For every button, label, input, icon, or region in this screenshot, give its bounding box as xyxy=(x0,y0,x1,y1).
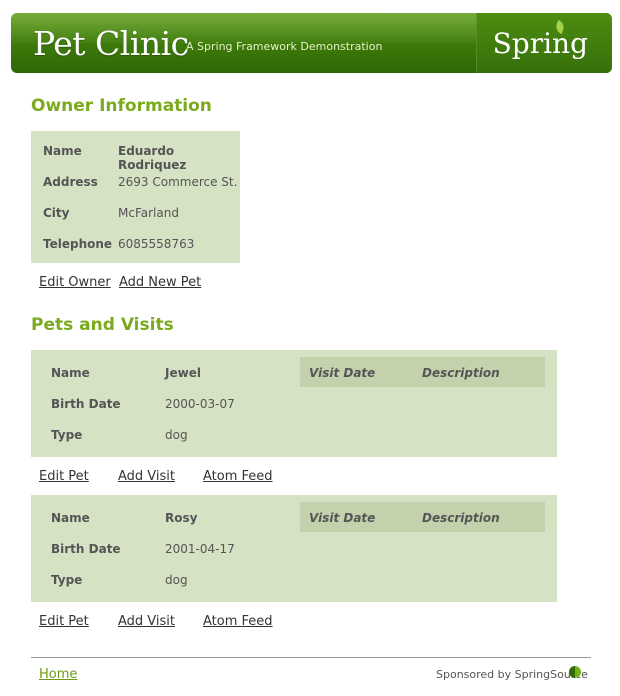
pet-name-value: Rosy xyxy=(165,511,198,525)
owner-name-label: Name xyxy=(43,144,82,158)
pet-type-label: Type xyxy=(51,428,83,442)
owner-heading: Owner Information xyxy=(31,96,212,116)
pet-birthdate-label: Birth Date xyxy=(51,397,121,411)
pets-heading: Pets and Visits xyxy=(31,315,174,335)
home-link[interactable]: Home xyxy=(39,667,77,682)
owner-city-value: McFarland xyxy=(118,206,179,220)
visit-date-column-header: Visit Date xyxy=(309,366,376,380)
pet-type-label: Type xyxy=(51,573,83,587)
pet-name-label: Name xyxy=(51,366,90,380)
pet-type-value: dog xyxy=(165,573,188,587)
pet-details-table: Name Jewel Birth Date 2000-03-07 Type do… xyxy=(31,350,557,457)
app-subtitle: A Spring Framework Demonstration xyxy=(186,40,383,53)
add-new-pet-link[interactable]: Add New Pet xyxy=(119,275,201,290)
header-banner: Pet Clinic A Spring Framework Demonstrat… xyxy=(11,13,612,73)
edit-owner-link[interactable]: Edit Owner xyxy=(39,275,111,290)
owner-address-value: 2693 Commerce St. xyxy=(118,175,238,189)
footer-divider xyxy=(31,657,591,658)
pet-birthdate-value: 2000-03-07 xyxy=(165,397,235,411)
pet-birthdate-label: Birth Date xyxy=(51,542,121,556)
description-column-header: Description xyxy=(422,366,500,380)
add-visit-link[interactable]: Add Visit xyxy=(118,469,175,484)
pet-name-value: Jewel xyxy=(165,366,201,380)
add-visit-link[interactable]: Add Visit xyxy=(118,614,175,629)
owner-telephone-value: 6085558763 xyxy=(118,237,195,251)
visits-table-header: Visit Date Description xyxy=(300,357,545,387)
owner-telephone-label: Telephone xyxy=(43,237,113,251)
sponsor-text: Sponsored by SpringSource xyxy=(436,668,588,681)
owner-city-label: City xyxy=(43,206,70,220)
edit-pet-link[interactable]: Edit Pet xyxy=(39,614,89,629)
atom-feed-link[interactable]: Atom Feed xyxy=(203,469,273,484)
visit-date-column-header: Visit Date xyxy=(309,511,376,525)
app-title: Pet Clinic xyxy=(33,24,189,63)
owner-details-table: Name Eduardo Rodriquez Address 2693 Comm… xyxy=(31,131,240,263)
owner-name-value: Eduardo Rodriquez xyxy=(118,144,187,172)
pet-birthdate-value: 2001-04-17 xyxy=(165,542,235,556)
pet-name-label: Name xyxy=(51,511,90,525)
visits-table-header: Visit Date Description xyxy=(300,502,545,532)
owner-address-label: Address xyxy=(43,175,98,189)
pet-details-table: Name Rosy Birth Date 2001-04-17 Type dog… xyxy=(31,495,557,602)
atom-feed-link[interactable]: Atom Feed xyxy=(203,614,273,629)
pet-type-value: dog xyxy=(165,428,188,442)
edit-pet-link[interactable]: Edit Pet xyxy=(39,469,89,484)
description-column-header: Description xyxy=(422,511,500,525)
springsource-icon xyxy=(569,666,581,678)
spring-logo: Spring xyxy=(492,27,588,60)
